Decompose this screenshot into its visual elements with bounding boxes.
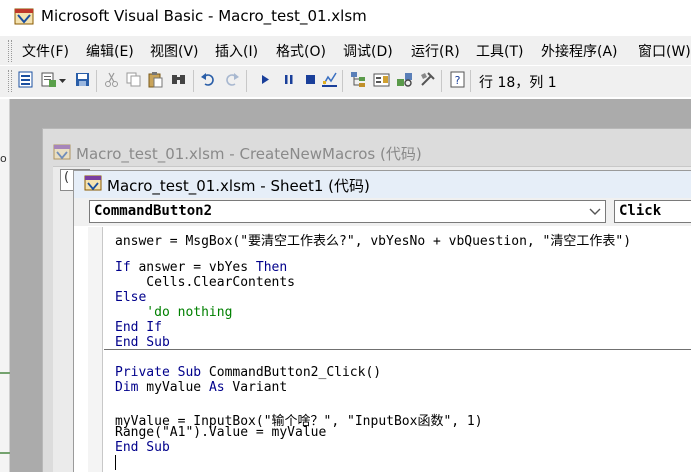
pane-edge-mark <box>0 452 10 454</box>
object-combo-value: CommandButton2 <box>94 203 213 219</box>
chevron-down-icon[interactable] <box>58 71 67 88</box>
text-caret <box>115 455 116 470</box>
pane-edge-text: o <box>0 152 7 165</box>
menu-view[interactable]: 视图(V) <box>150 41 199 61</box>
design-mode-icon[interactable] <box>321 71 338 88</box>
toolbar-separator <box>342 70 343 92</box>
copy-icon[interactable] <box>125 71 142 88</box>
code-line[interactable]: 'do nothing <box>115 305 232 320</box>
reset-icon[interactable] <box>302 71 319 88</box>
properties-icon[interactable] <box>373 71 390 88</box>
code-window-createnewmacros-title: Macro_test_01.xlsm - CreateNewMacros (代码… <box>76 145 422 163</box>
toolbar-separator <box>193 70 194 92</box>
cursor-position-status: 行 18，列 1 <box>479 75 557 91</box>
code-line[interactable]: Else <box>115 290 146 305</box>
view-excel-icon[interactable] <box>17 71 34 88</box>
toolbar-separator <box>96 70 97 92</box>
code-line[interactable]: End Sub <box>115 440 170 455</box>
menu-edit[interactable]: 编辑(E) <box>86 41 134 61</box>
menu-addins[interactable]: 外接程序(A) <box>541 41 618 61</box>
procedure-separator <box>104 349 691 350</box>
menu-tools[interactable]: 工具(T) <box>476 41 523 61</box>
undo-icon[interactable] <box>200 71 217 88</box>
break-icon[interactable] <box>280 71 297 88</box>
object-browser-icon[interactable] <box>396 71 413 88</box>
procedure-combo-value: Click <box>619 203 662 219</box>
code-line[interactable]: Dim myValue As Variant <box>115 380 287 395</box>
menu-grip-handle[interactable] <box>8 40 12 62</box>
code-line[interactable]: answer = MsgBox("要清空工作表么?", vbYesNo + vb… <box>115 230 631 249</box>
toolbar-separator <box>246 70 247 92</box>
code-window-icon <box>53 144 71 160</box>
paste-icon[interactable] <box>147 71 164 88</box>
insert-module-icon[interactable] <box>40 71 57 88</box>
menu-debug[interactable]: 调试(D) <box>343 41 393 61</box>
code-window-sheet1-title: Macro_test_01.xlsm - Sheet1 (代码) <box>107 177 370 195</box>
code-line[interactable]: End Sub <box>115 335 170 350</box>
chevron-down-icon[interactable] <box>588 204 602 218</box>
toolbar-separator <box>470 70 471 92</box>
menu-insert[interactable]: 插入(I) <box>215 41 258 61</box>
svg-text:?: ? <box>455 74 461 87</box>
menu-format[interactable]: 格式(O) <box>276 41 326 61</box>
code-window-icon <box>84 175 102 191</box>
code-margin-indicator-bar[interactable] <box>88 227 103 472</box>
toolbox-icon[interactable] <box>419 71 436 88</box>
redo-icon[interactable] <box>223 71 240 88</box>
find-icon[interactable] <box>170 71 187 88</box>
menu-window[interactable]: 窗口(W) <box>638 41 691 61</box>
cut-icon[interactable] <box>103 71 120 88</box>
run-icon[interactable] <box>257 71 274 88</box>
vba-app-icon <box>14 8 34 25</box>
help-icon[interactable]: ? <box>449 71 466 88</box>
code-line[interactable]: If answer = vbYes Then <box>115 260 287 275</box>
code-line[interactable]: Cells.ClearContents <box>115 275 295 290</box>
pane-edge-mark <box>0 372 10 374</box>
save-icon[interactable] <box>74 71 91 88</box>
project-explorer-icon[interactable] <box>350 71 367 88</box>
menu-run[interactable]: 运行(R) <box>411 41 460 61</box>
code-line[interactable]: Private Sub CommandButton2_Click() <box>115 365 381 380</box>
window-title: Microsoft Visual Basic - Macro_test_01.x… <box>41 7 367 25</box>
menu-file[interactable]: 文件(F) <box>22 41 69 61</box>
toolbar-grip-handle[interactable] <box>8 70 12 92</box>
code-line[interactable]: Range("A1").Value = myValue <box>115 425 326 440</box>
code-line[interactable]: End If <box>115 320 162 335</box>
toolbar-separator <box>441 70 442 92</box>
